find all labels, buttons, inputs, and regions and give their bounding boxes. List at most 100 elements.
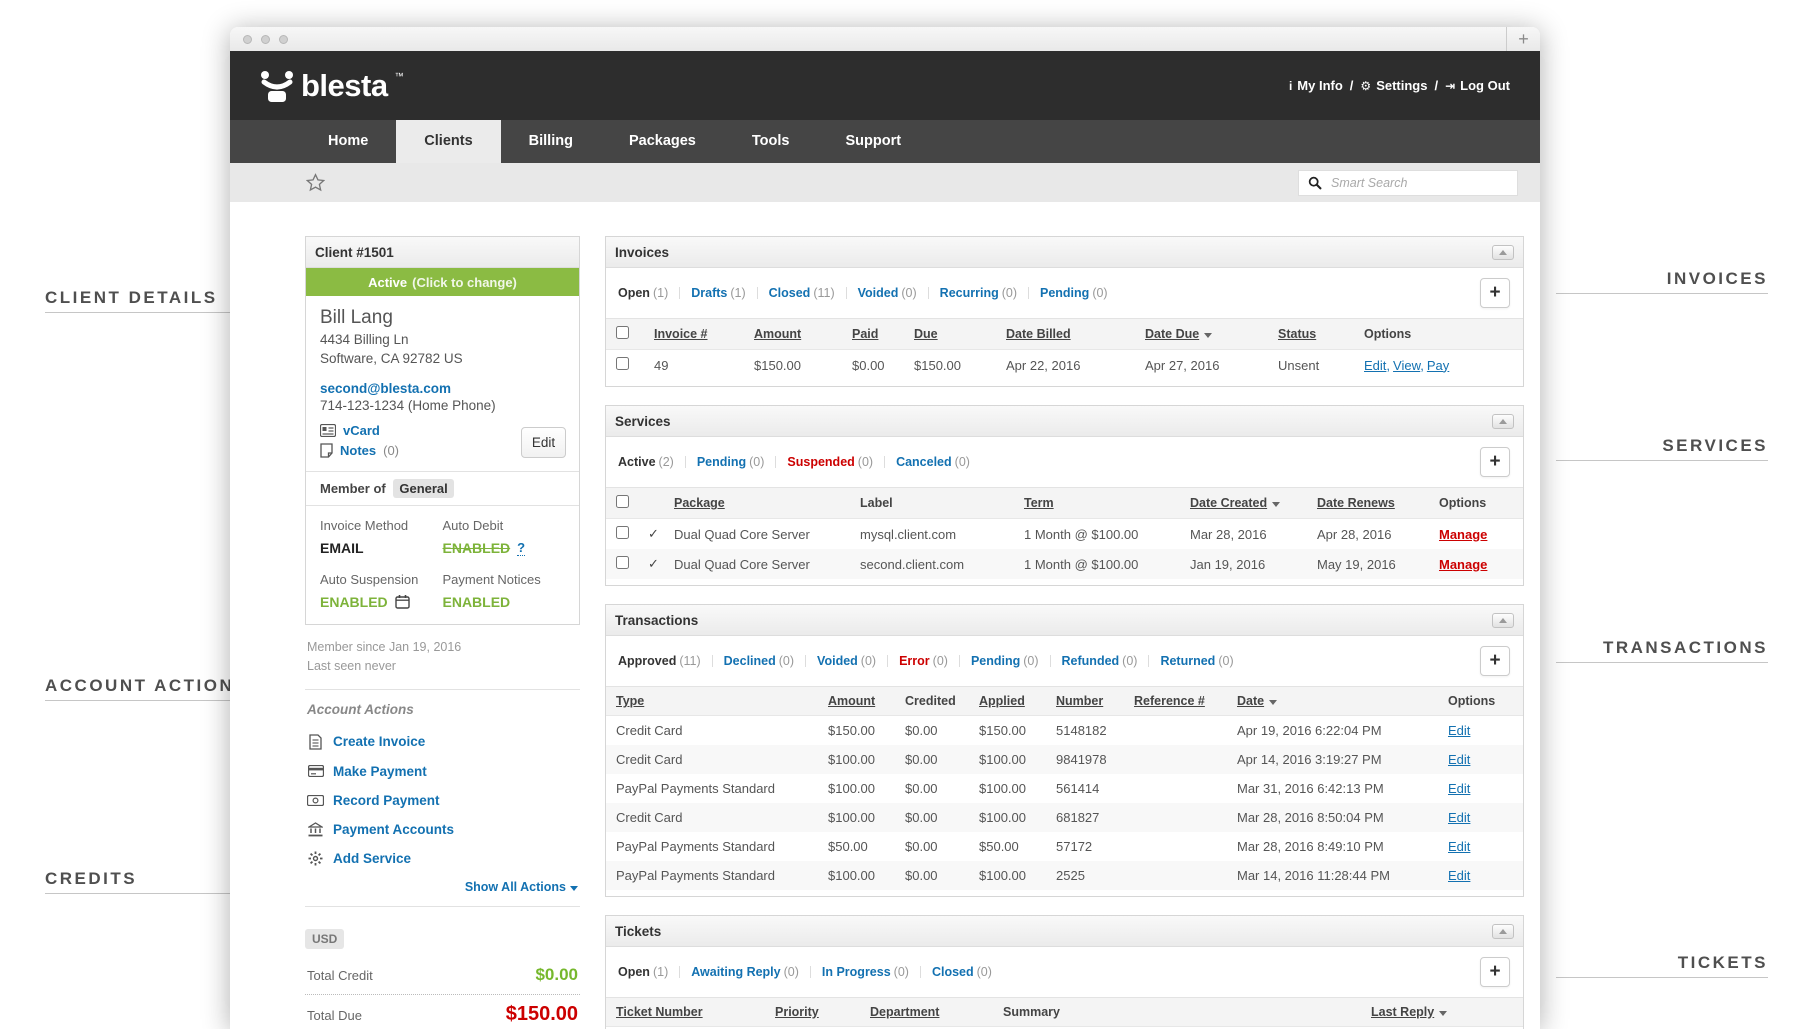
col-last-reply[interactable]: Last Reply (1371, 1005, 1434, 1019)
log-out-link[interactable]: ⇥ Log Out (1445, 78, 1510, 93)
col-package[interactable]: Package (674, 496, 725, 510)
invoices-panel: Invoices Open(1) Drafts(1) Closed(11) Vo… (605, 236, 1524, 387)
col-applied[interactable]: Applied (979, 694, 1025, 708)
tab-billing[interactable]: Billing (501, 120, 601, 163)
minimize-window-icon[interactable] (261, 35, 270, 44)
add-transaction-button[interactable]: + (1480, 646, 1510, 676)
create-invoice-link[interactable]: Create Invoice (333, 734, 425, 749)
collapse-button[interactable] (1492, 924, 1514, 939)
row-checkbox[interactable] (616, 556, 629, 569)
col-department[interactable]: Department (870, 1005, 939, 1019)
auto-debit-help-link[interactable]: ? (517, 540, 525, 556)
col-amount[interactable]: Amount (754, 327, 801, 341)
filter-pending[interactable]: Pending(0) (1040, 286, 1108, 300)
col-priority[interactable]: Priority (775, 1005, 819, 1019)
collapse-button[interactable] (1492, 414, 1514, 429)
add-service-button[interactable]: + (1480, 447, 1510, 477)
transaction-edit-link[interactable]: Edit (1448, 781, 1470, 796)
select-all-checkbox[interactable] (616, 326, 629, 339)
filter-recurring[interactable]: Recurring(0) (940, 286, 1017, 300)
col-ticket-number[interactable]: Ticket Number (616, 1005, 703, 1019)
manage-service-link[interactable]: Manage (1439, 557, 1487, 572)
col-date[interactable]: Date (1237, 694, 1264, 708)
edit-client-button[interactable]: Edit (521, 427, 566, 458)
row-checkbox[interactable] (616, 357, 629, 370)
col-invoice-number[interactable]: Invoice # (654, 327, 708, 341)
col-number[interactable]: Number (1056, 694, 1103, 708)
transaction-edit-link[interactable]: Edit (1448, 868, 1470, 883)
col-reference[interactable]: Reference # (1134, 694, 1205, 708)
invoice-edit-link[interactable]: Edit (1364, 358, 1386, 373)
transaction-edit-link[interactable]: Edit (1448, 810, 1470, 825)
record-payment-link[interactable]: Record Payment (333, 793, 440, 808)
invoice-pay-link[interactable]: Pay (1427, 358, 1449, 373)
tab-home[interactable]: Home (300, 120, 396, 163)
col-date-billed[interactable]: Date Billed (1006, 327, 1071, 341)
show-all-actions-link[interactable]: Show All Actions (465, 880, 566, 894)
tab-support[interactable]: Support (817, 120, 929, 163)
maximize-window-icon[interactable] (279, 35, 288, 44)
manage-service-link[interactable]: Manage (1439, 527, 1487, 542)
tab-tools[interactable]: Tools (724, 120, 818, 163)
client-phone: 714-123-1234 (Home Phone) (320, 398, 565, 413)
add-ticket-button[interactable]: + (1480, 957, 1510, 987)
filter-returned[interactable]: Returned(0) (1160, 654, 1233, 668)
filter-closed[interactable]: Closed(0) (932, 965, 992, 979)
settings-link[interactable]: ⚙ Settings (1360, 78, 1427, 93)
total-due-row: Total Due $150.00 (305, 995, 580, 1029)
col-date-due[interactable]: Date Due (1145, 327, 1199, 341)
filter-pending[interactable]: Pending(0) (971, 654, 1039, 668)
add-service-link[interactable]: Add Service (333, 851, 411, 866)
col-date-created[interactable]: Date Created (1190, 496, 1267, 510)
tickets-panel: Tickets Open(1) Awaiting Reply(0) In Pro… (605, 915, 1524, 1029)
new-tab-button[interactable]: + (1506, 27, 1540, 51)
collapse-button[interactable] (1492, 613, 1514, 628)
filter-closed[interactable]: Closed(11) (769, 286, 835, 300)
col-paid[interactable]: Paid (852, 327, 878, 341)
my-info-link[interactable]: i My Info (1289, 78, 1343, 93)
col-status[interactable]: Status (1278, 327, 1316, 341)
filter-open[interactable]: Open(1) (618, 286, 668, 300)
col-term[interactable]: Term (1024, 496, 1054, 510)
filter-drafts[interactable]: Drafts(1) (691, 286, 745, 300)
filter-canceled[interactable]: Canceled(0) (896, 455, 970, 469)
notes-link[interactable]: Notes (340, 443, 376, 458)
search-input[interactable] (1331, 176, 1508, 190)
client-email-link[interactable]: second@blesta.com (320, 381, 451, 396)
filter-open[interactable]: Open(1) (618, 965, 668, 979)
transaction-edit-link[interactable]: Edit (1448, 752, 1470, 767)
transaction-edit-link[interactable]: Edit (1448, 839, 1470, 854)
filter-declined[interactable]: Declined(0) (724, 654, 794, 668)
filter-active[interactable]: Active(2) (618, 455, 674, 469)
filter-in-progress[interactable]: In Progress(0) (822, 965, 909, 979)
invoice-method-label: Invoice Method (320, 518, 443, 533)
tab-packages[interactable]: Packages (601, 120, 724, 163)
favorite-star-icon[interactable] (306, 173, 325, 192)
add-invoice-button[interactable]: + (1480, 278, 1510, 308)
filter-approved[interactable]: Approved(11) (618, 654, 701, 668)
filter-voided[interactable]: Voided(0) (817, 654, 876, 668)
client-status-bar[interactable]: Active (Click to change) (306, 268, 579, 296)
col-date-renews[interactable]: Date Renews (1317, 496, 1395, 510)
col-type[interactable]: Type (616, 694, 644, 708)
filter-refunded[interactable]: Refunded(0) (1062, 654, 1138, 668)
filter-voided[interactable]: Voided(0) (858, 286, 917, 300)
tab-clients[interactable]: Clients (396, 120, 500, 163)
payment-accounts-link[interactable]: Payment Accounts (333, 822, 454, 837)
filter-suspended[interactable]: Suspended(0) (787, 455, 873, 469)
col-amount[interactable]: Amount (828, 694, 875, 708)
col-due[interactable]: Due (914, 327, 938, 341)
vcard-link[interactable]: vCard (343, 423, 380, 438)
make-payment-link[interactable]: Make Payment (333, 764, 427, 779)
row-checkbox[interactable] (616, 526, 629, 539)
select-all-checkbox[interactable] (616, 495, 629, 508)
filter-error[interactable]: Error(0) (899, 654, 948, 668)
filter-pending[interactable]: Pending(0) (697, 455, 765, 469)
transaction-edit-link[interactable]: Edit (1448, 723, 1470, 738)
calendar-icon[interactable] (395, 594, 410, 609)
collapse-button[interactable] (1492, 245, 1514, 260)
close-window-icon[interactable] (243, 35, 252, 44)
invoice-view-link[interactable]: View (1393, 358, 1420, 373)
action-record-payment: Record Payment (307, 793, 578, 808)
filter-awaiting-reply[interactable]: Awaiting Reply(0) (691, 965, 799, 979)
